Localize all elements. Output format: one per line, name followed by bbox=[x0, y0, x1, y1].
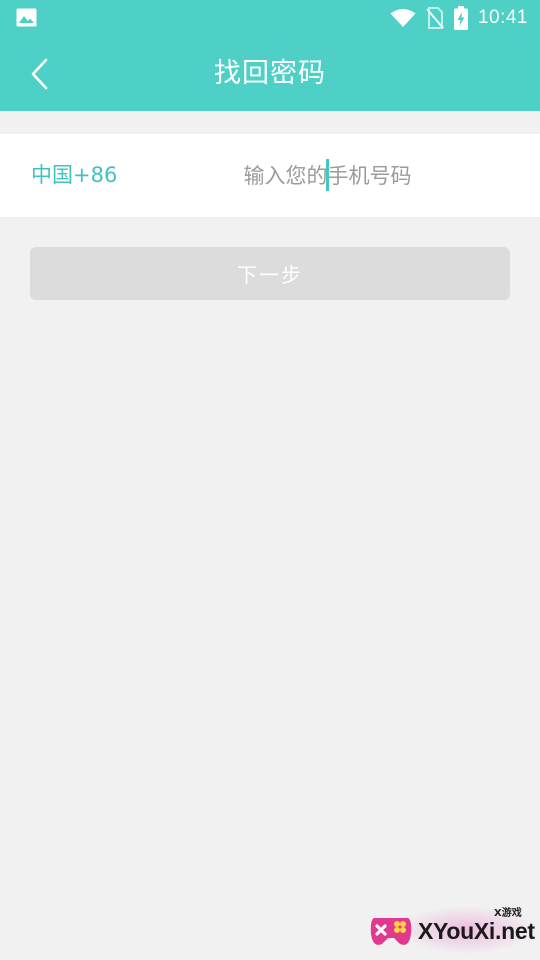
status-time: 10:41 bbox=[477, 7, 528, 28]
gamepad-logo-icon bbox=[370, 918, 412, 945]
watermark-tag: X游戏 bbox=[494, 908, 522, 919]
wifi-icon bbox=[390, 9, 416, 27]
app-bar: 找回密码 bbox=[0, 36, 540, 111]
status-icons: 10:41 bbox=[390, 5, 528, 31]
battery-charging-icon bbox=[453, 6, 468, 30]
page-title: 找回密码 bbox=[214, 58, 326, 89]
watermark: X游戏 XYouXi.net bbox=[366, 898, 536, 958]
find-password-screen: 10:41 找回密码 中国+86 下一步 X游戏 XYouXi.net bbox=[0, 0, 540, 960]
image-icon bbox=[16, 8, 37, 27]
country-code-selector[interactable]: 中国+86 bbox=[31, 134, 117, 217]
text-cursor bbox=[326, 159, 329, 191]
phone-input-row: 中国+86 bbox=[0, 134, 540, 217]
next-step-button[interactable]: 下一步 bbox=[30, 247, 510, 300]
watermark-text: XYouXi.net bbox=[418, 918, 535, 944]
no-sim-icon bbox=[426, 7, 444, 29]
status-bar: 10:41 bbox=[0, 0, 540, 36]
